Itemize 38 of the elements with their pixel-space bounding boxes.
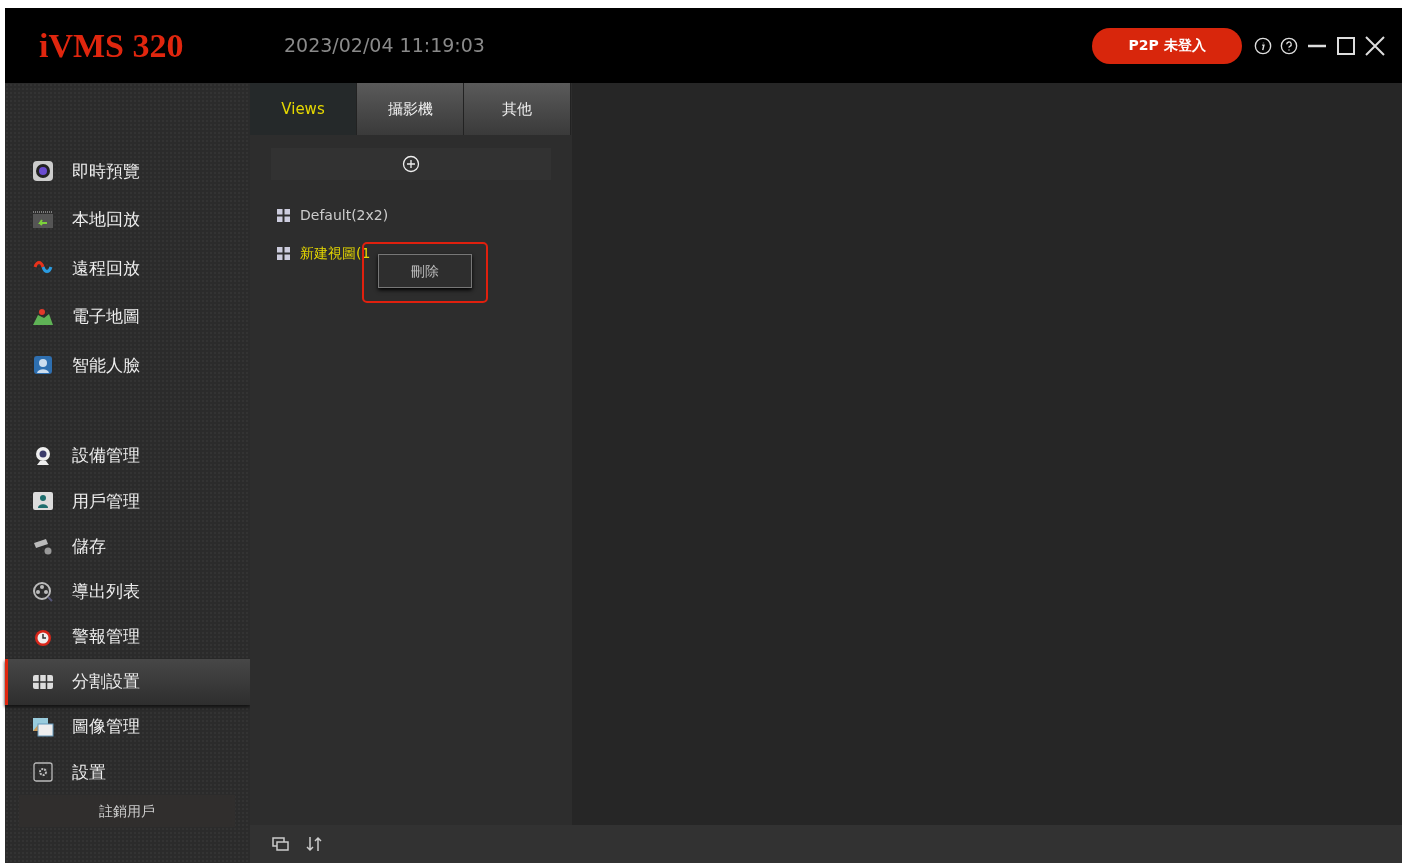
face-scan-icon <box>32 354 54 377</box>
logout-button[interactable]: 註銷用戶 <box>19 795 235 827</box>
help-icon[interactable] <box>1280 36 1298 55</box>
sidebar-item[interactable]: 本地回放 <box>5 195 250 244</box>
menu-item[interactable]: 刪除 <box>378 254 472 288</box>
view-item[interactable]: Default(2x2) <box>250 196 393 234</box>
sidebar-item[interactable]: 智能人臉 <box>5 341 250 390</box>
grid-icon <box>277 208 290 222</box>
sidebar-item[interactable]: 遠程回放 <box>5 244 250 293</box>
sidebar-item[interactable]: 導出列表 <box>5 569 250 615</box>
grid-icon <box>277 246 290 260</box>
sidebar-item[interactable]: 電子地圖 <box>5 292 250 341</box>
sidebar-item[interactable]: 即時預覽 <box>5 147 250 196</box>
maximize-icon[interactable] <box>1336 35 1356 56</box>
gear-icon <box>32 761 54 784</box>
sort-icon[interactable] <box>306 836 322 852</box>
app-logo: iVMS 320 <box>39 26 185 66</box>
user-card-icon <box>32 490 54 513</box>
sidebar-item[interactable]: 警報管理 <box>5 614 250 660</box>
sidebar-item[interactable]: 儲存 <box>5 523 250 570</box>
film-arrow-icon <box>32 208 54 231</box>
close-icon[interactable] <box>1364 34 1386 57</box>
sidebar-item[interactable]: 用戶管理 <box>5 478 250 524</box>
info-icon[interactable] <box>1254 36 1272 55</box>
add-icon <box>402 155 420 173</box>
camera-icon <box>32 160 54 183</box>
windows-icon[interactable] <box>272 837 290 851</box>
p2p-login-button[interactable]: P2P 未登入 <box>1092 27 1242 64</box>
tab[interactable]: 攝影機 <box>357 83 464 135</box>
tab[interactable]: 其他 <box>464 83 571 135</box>
sidebar-item[interactable]: 分割設置 <box>5 659 250 705</box>
sidebar-item[interactable]: 設置 <box>5 749 250 795</box>
sidebar-item[interactable]: 設備管理 <box>5 433 250 479</box>
tab[interactable]: Views <box>250 83 357 135</box>
date-time: 2023/02/04 11:19:03 <box>284 33 485 59</box>
images-icon <box>32 716 54 739</box>
sidebar-item[interactable]: 圖像管理 <box>5 704 250 750</box>
film-reel-icon <box>32 580 54 603</box>
